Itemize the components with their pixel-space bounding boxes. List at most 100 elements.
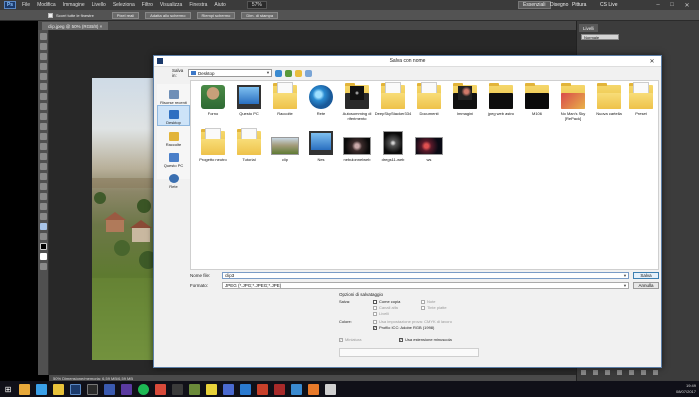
workspace-pittura[interactable]: Pittura — [568, 1, 590, 9]
zoom-level-select[interactable]: 57% — [246, 1, 267, 9]
close-icon[interactable]: ✕ — [681, 0, 693, 10]
maximize-icon[interactable]: □ — [666, 0, 678, 10]
fit-screen-button[interactable]: Adatta allo schermo — [145, 11, 191, 19]
file-item[interactable]: Progetto neutro — [195, 128, 231, 171]
menu-aiuto[interactable]: Aiuto — [214, 2, 225, 8]
app-icon[interactable] — [155, 383, 166, 395]
file-item[interactable]: Preset — [623, 82, 659, 125]
lasso-tool-icon[interactable] — [40, 53, 47, 60]
document-tab-clip[interactable]: clip.jpeg @ 50% (RGB/8) × — [42, 22, 109, 30]
edge-icon[interactable] — [36, 383, 47, 395]
file-item[interactable]: Nes — [303, 131, 339, 171]
up-folder-icon[interactable] — [285, 69, 292, 77]
alpha-channels-checkbox[interactable]: Canali alfa — [373, 305, 398, 310]
history-brush-tool-icon[interactable] — [40, 123, 47, 130]
layers-panel-tab[interactable]: Livelli — [579, 24, 599, 32]
file-item[interactable]: Documenti — [411, 82, 447, 125]
file-item[interactable]: Immagini — [447, 83, 483, 125]
menu-finestra[interactable]: Finestra — [189, 2, 207, 8]
scroll-all-windows-checkbox[interactable] — [48, 12, 53, 18]
file-item[interactable]: Nuova cartella — [591, 83, 627, 125]
hand-tool-icon[interactable] — [40, 223, 47, 230]
lightroom-icon[interactable] — [87, 383, 98, 395]
menu-modifica[interactable]: Modifica — [37, 2, 56, 8]
app-icon[interactable] — [121, 383, 132, 395]
menu-livello[interactable]: Livello — [92, 2, 106, 8]
app-icon[interactable] — [189, 383, 200, 395]
new-folder-icon[interactable] — [295, 69, 302, 77]
blur-tool-icon[interactable] — [40, 153, 47, 160]
file-item[interactable]: No Man's Sky [RePack] — [555, 83, 591, 125]
app-icon[interactable] — [104, 383, 115, 395]
shape-tool-icon[interactable] — [40, 203, 47, 210]
powerpoint-icon[interactable] — [257, 383, 268, 395]
adjustment-layer-icon[interactable] — [617, 370, 622, 375]
actual-pixels-button[interactable]: Pixel reali — [111, 11, 140, 19]
file-item[interactable]: Tutorial — [231, 128, 267, 171]
as-copy-checkbox[interactable]: Come copia — [373, 299, 400, 304]
file-item[interactable]: jpeg web astro — [483, 83, 519, 125]
path-select-tool-icon[interactable] — [40, 193, 47, 200]
place-network[interactable]: Rete — [157, 168, 190, 189]
trash-icon[interactable] — [653, 370, 658, 375]
file-item[interactable]: nebulonnelweb — [339, 131, 375, 171]
print-size-button[interactable]: Dim. di stampa — [241, 11, 279, 19]
eraser-tool-icon[interactable] — [40, 133, 47, 140]
file-item[interactable]: Autosomming di riferimento — [339, 83, 375, 125]
app-icon[interactable] — [308, 383, 319, 395]
add-mask-icon[interactable] — [605, 370, 610, 375]
dodge-tool-icon[interactable] — [40, 163, 47, 170]
acrobat-icon[interactable] — [274, 383, 285, 395]
back-icon[interactable] — [275, 69, 282, 77]
cancel-button[interactable]: Annulla — [633, 282, 659, 289]
place-this-pc[interactable]: Questo PC — [157, 147, 190, 168]
background-color-swatch[interactable] — [40, 253, 47, 260]
file-item[interactable]: Raccolte — [267, 82, 303, 125]
file-item[interactable]: DeepSkyStacker334 — [375, 82, 411, 125]
place-libraries[interactable]: Raccolte — [157, 126, 190, 147]
windows-start-icon[interactable]: ⊞ — [0, 381, 16, 397]
app-icon[interactable] — [206, 383, 217, 395]
stamp-tool-icon[interactable] — [40, 113, 47, 120]
thumbnail-checkbox[interactable]: ✓ Miniatura — [339, 337, 361, 342]
menu-seleziona[interactable]: Seleziona — [113, 2, 135, 8]
group-icon[interactable] — [629, 370, 634, 375]
spot-colors-checkbox[interactable]: Tinte piatte — [421, 305, 447, 310]
new-layer-icon[interactable] — [641, 370, 646, 375]
layers-checkbox[interactable]: Livelli — [373, 311, 389, 316]
fill-screen-button[interactable]: Riempi schermo — [196, 11, 236, 19]
system-clock[interactable]: 19:49 08/07/2017 — [676, 383, 696, 395]
file-item[interactable]: M106 — [519, 83, 555, 125]
menu-filtro[interactable]: Filtro — [142, 2, 153, 8]
annotations-checkbox[interactable]: Note — [421, 299, 435, 304]
menu-visualizza[interactable]: Visualizza — [160, 2, 182, 8]
file-item[interactable]: dregs11-web — [375, 131, 411, 171]
marquee-tool-icon[interactable] — [40, 43, 47, 50]
file-item[interactable]: Forno — [195, 85, 231, 125]
brush-tool-icon[interactable] — [40, 103, 47, 110]
quick-select-tool-icon[interactable] — [40, 63, 47, 70]
word-icon[interactable] — [240, 383, 251, 395]
chrome-icon[interactable] — [53, 383, 64, 395]
layer-style-icon[interactable] — [593, 370, 598, 375]
app-icon[interactable] — [172, 383, 183, 395]
filename-input[interactable]: clip3 ▼ — [222, 272, 629, 279]
quick-mask-icon[interactable] — [40, 263, 47, 270]
view-menu-icon[interactable] — [305, 69, 312, 77]
app-icon[interactable] — [223, 383, 234, 395]
menu-immagine[interactable]: Immagine — [63, 2, 85, 8]
minimize-icon[interactable]: – — [652, 0, 664, 10]
foreground-color-swatch[interactable] — [40, 243, 47, 250]
spotify-icon[interactable] — [138, 383, 149, 395]
zoom-tool-icon[interactable] — [40, 233, 47, 240]
lowercase-extension-checkbox[interactable]: ✓ Usa estensione minuscola — [399, 337, 452, 342]
menu-file[interactable]: File — [22, 2, 30, 8]
cs-live-button[interactable]: CS Live — [596, 1, 622, 9]
file-list[interactable]: Forno Questo PC Raccolte Rete Autosommin… — [190, 80, 659, 270]
icc-profile-checkbox[interactable]: ✓ Profilo ICC: Adobe RGB (1998) — [373, 325, 434, 330]
format-select[interactable]: JPEG (*.JPG;*.JPEG;*.JPE) ▼ — [222, 282, 629, 289]
blend-mode-select[interactable]: Normale — [581, 34, 619, 40]
look-in-select[interactable]: Desktop ▼ — [188, 69, 272, 77]
dialog-close-icon[interactable]: ✕ — [643, 56, 661, 66]
place-recent[interactable]: Risorse recenti — [157, 84, 190, 105]
